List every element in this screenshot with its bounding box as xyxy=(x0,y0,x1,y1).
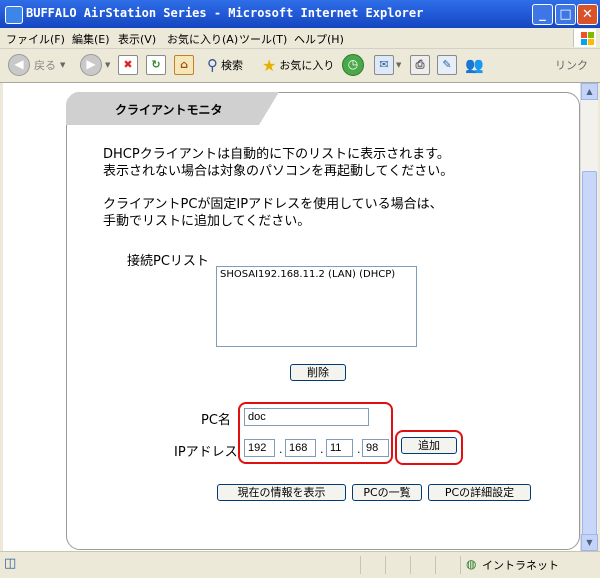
stop-icon: ✖ xyxy=(118,55,138,75)
description-line: 手動でリストに追加してください。 xyxy=(103,214,311,229)
search-icon: ⚲ xyxy=(207,56,218,74)
favorites-label: お気に入り xyxy=(279,59,335,72)
ip-separator: . xyxy=(357,443,361,456)
edit-button[interactable]: ✎ xyxy=(437,54,457,76)
scroll-thumb[interactable] xyxy=(582,171,597,536)
pc-listbox[interactable]: SHOSAI192.168.11.2 (LAN) (DHCP) xyxy=(216,266,417,347)
menu-view[interactable]: 表示(V) xyxy=(118,31,156,47)
ip-octet-3-input[interactable] xyxy=(326,439,353,457)
refresh-icon: ↻ xyxy=(146,55,166,75)
intranet-icon: ◍ xyxy=(466,557,477,571)
ip-octet-4-input[interactable] xyxy=(362,439,389,457)
links-button[interactable]: リンク xyxy=(555,54,588,76)
scroll-down-icon[interactable]: ▼ xyxy=(581,534,598,551)
add-button[interactable]: 追加 xyxy=(401,437,457,454)
menu-file[interactable]: ファイル(F) xyxy=(6,31,65,47)
delete-button[interactable]: 削除 xyxy=(290,364,346,381)
mail-icon: ✉ xyxy=(374,55,394,75)
refresh-button[interactable]: ↻ xyxy=(146,54,166,76)
chevron-down-icon: ▼ xyxy=(396,61,402,69)
pc-list-label: 接続PCリスト xyxy=(127,254,209,269)
back-label: 戻る xyxy=(34,59,56,72)
pc-detail-settings-button[interactable]: PCの詳細設定 xyxy=(428,484,531,501)
description-line: 表示されない場合は対象のパソコンを再起動してください。 xyxy=(103,164,454,179)
print-icon: ⎙ xyxy=(410,55,430,75)
ip-address-label: IPアドレス xyxy=(174,445,238,460)
menu-bar: ファイル(F) 編集(E) 表示(V) お気に入り(A) ツール(T) ヘルプ(… xyxy=(0,28,600,49)
favorites-button[interactable]: ★ お気に入り xyxy=(262,54,334,76)
chevron-down-icon: ▼ xyxy=(105,61,111,69)
panel-title: クライアントモニタ xyxy=(115,103,223,117)
forward-button[interactable]: ▶ ▼ xyxy=(80,54,110,76)
links-label: リンク xyxy=(555,59,588,72)
home-icon: ⌂ xyxy=(174,55,194,75)
show-current-info-button[interactable]: 現在の情報を表示 xyxy=(217,484,346,501)
print-button[interactable]: ⎙ xyxy=(410,54,430,76)
menu-edit[interactable]: 編集(E) xyxy=(72,31,110,47)
ie-icon xyxy=(5,6,23,24)
forward-arrow-icon: ▶ xyxy=(80,54,102,76)
status-bar: ◫ ◍ イントラネット xyxy=(0,551,600,578)
history-icon: ◷ xyxy=(342,54,364,76)
list-item[interactable]: SHOSAI192.168.11.2 (LAN) (DHCP) xyxy=(220,269,413,280)
home-button[interactable]: ⌂ xyxy=(174,54,194,76)
minimize-button[interactable]: _ xyxy=(532,4,553,25)
maximize-button[interactable]: □ xyxy=(555,4,576,25)
star-icon: ★ xyxy=(262,55,277,75)
ip-octet-2-input[interactable] xyxy=(285,439,316,457)
menu-favorites[interactable]: お気に入り(A) xyxy=(167,31,238,47)
search-label: 検索 xyxy=(221,59,243,72)
back-arrow-icon: ◀ xyxy=(8,54,30,76)
ip-separator: . xyxy=(320,443,324,456)
edit-icon: ✎ xyxy=(437,55,457,75)
zone-label: イントラネット xyxy=(482,559,559,572)
chevron-down-icon: ▼ xyxy=(60,61,66,69)
messenger-icon: 👥 xyxy=(465,56,484,74)
menu-tools[interactable]: ツール(T) xyxy=(239,31,287,47)
back-button[interactable]: ◀ 戻る ▼ xyxy=(8,54,65,76)
vertical-scrollbar[interactable]: ▲ ▼ xyxy=(580,83,598,551)
ip-octet-1-input[interactable] xyxy=(244,439,275,457)
ip-separator: . xyxy=(279,443,283,456)
toolbar: ◀ 戻る ▼ ▶ ▼ ✖ ↻ ⌂ ⚲ 検索 ★ お気に入り ◷ ✉ ▼ ⎙ ✎ … xyxy=(0,49,600,83)
mail-button[interactable]: ✉ ▼ xyxy=(374,54,401,76)
pc-name-input[interactable] xyxy=(244,408,369,426)
search-button[interactable]: ⚲ 検索 xyxy=(207,54,243,76)
pc-name-label: PC名 xyxy=(201,413,231,428)
menu-help[interactable]: ヘルプ(H) xyxy=(294,31,344,47)
pc-list-button[interactable]: PCの一覧 xyxy=(352,484,422,501)
scroll-up-icon[interactable]: ▲ xyxy=(581,83,598,100)
messenger-button[interactable]: 👥 xyxy=(465,54,484,76)
close-button[interactable]: ✕ xyxy=(577,4,598,25)
stop-button[interactable]: ✖ xyxy=(118,54,138,76)
history-button[interactable]: ◷ xyxy=(342,54,364,76)
windows-logo-icon xyxy=(573,29,596,47)
window-title: BUFFALO AirStation Series - Microsoft In… xyxy=(26,6,424,20)
title-bar: BUFFALO AirStation Series - Microsoft In… xyxy=(0,0,600,28)
page-done-icon: ◫ xyxy=(4,556,17,571)
